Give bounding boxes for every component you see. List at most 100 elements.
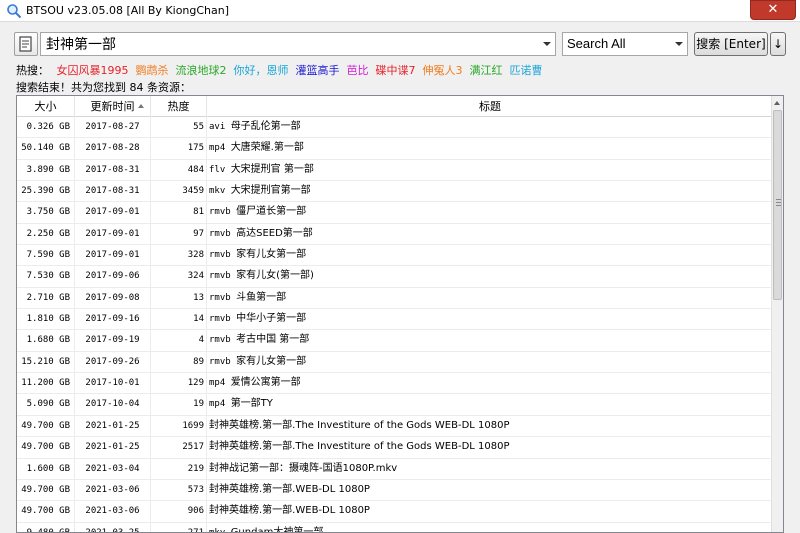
table-row[interactable]: 7.530 GB 2017-09-06 324 rmvb 家有儿女(第一部): [17, 266, 773, 288]
file-format: rmvb: [209, 356, 231, 367]
hot-search-item[interactable]: 芭比: [347, 64, 369, 77]
cell-heat: 573: [151, 479, 207, 501]
hot-search-item[interactable]: 伸冤人3: [423, 64, 463, 77]
resource-title: 封神英雄榜.第一部.WEB-DL 1080P: [209, 505, 370, 517]
scrollbar-thumb[interactable]: [773, 110, 782, 300]
cell-heat: 4: [151, 330, 207, 352]
table-row[interactable]: 3.750 GB 2017-09-01 81 rmvb 僵尸道长第一部: [17, 202, 773, 224]
table-row[interactable]: 2.250 GB 2017-09-01 97 rmvb 高达SEED第一部: [17, 223, 773, 246]
cell-updated: 2021-01-25: [75, 437, 151, 459]
chevron-down-icon[interactable]: [675, 42, 683, 46]
hot-search-item[interactable]: 女囚风暴1995: [57, 64, 129, 77]
table-row[interactable]: 1.810 GB 2017-09-16 14 rmvb 中华小子第一部: [17, 309, 773, 331]
window-title: BTSOU v23.05.08 [All By KiongChan]: [26, 4, 230, 17]
file-format: mkv: [209, 527, 226, 533]
cell-updated: 2017-09-01: [75, 223, 151, 245]
cell-heat: 19: [151, 394, 207, 416]
hot-search-item[interactable]: 鹦鹉杀: [136, 64, 169, 77]
cell-heat: 3459: [151, 181, 207, 203]
table-row[interactable]: 2.710 GB 2017-09-08 13 rmvb 斗鱼第一部: [17, 287, 773, 310]
cell-heat: 906: [151, 501, 207, 523]
cell-title: rmvb 中华小子第一部: [207, 309, 773, 330]
file-format: rmvb: [209, 207, 231, 218]
table-row[interactable]: 15.210 GB 2017-09-26 89 rmvb 家有儿女第一部: [17, 351, 773, 374]
resource-title: Gundam大神第一部: [230, 526, 324, 533]
resource-title: 封神英雄榜.第一部.The Investiture of the Gods WE…: [209, 419, 510, 431]
cell-size: 9.480 GB: [17, 522, 75, 532]
table-row[interactable]: 0.326 GB 2017-08-27 55 avi 母子乱伦第一部: [17, 117, 773, 139]
hot-searches: 热搜： 女囚风暴1995 鹦鹉杀 流浪地球2 你好，恩师 灌篮高手 芭比 碟中谍7 伸冤人3 满…: [16, 62, 550, 78]
cell-title: 封神英雄榜.第一部.The Investiture of the Gods WE…: [207, 437, 773, 458]
hot-search-item[interactable]: 你好，恩师: [234, 64, 289, 77]
column-header-heat[interactable]: 热度: [151, 96, 207, 117]
search-mode-select[interactable]: Search All: [562, 32, 688, 56]
cell-heat: 271: [151, 522, 207, 532]
cell-size: 3.750 GB: [17, 202, 75, 224]
scroll-up-icon[interactable]: [772, 96, 783, 110]
column-header-title[interactable]: 标题: [207, 96, 773, 117]
table-row[interactable]: 3.890 GB 2017-08-31 484 flv 大宋提刑官 第一部: [17, 159, 773, 182]
cell-updated: 2017-09-26: [75, 351, 151, 373]
hot-search-item[interactable]: 匹诺曹: [510, 64, 543, 77]
file-format: mp4: [209, 399, 226, 410]
file-format: avi: [209, 122, 226, 132]
table-row[interactable]: 25.390 GB 2017-08-31 3459 mkv 大宋提刑官第一部: [17, 181, 773, 203]
column-header-size[interactable]: 大小: [17, 96, 75, 117]
cell-title: mp4 第一部TY: [207, 394, 773, 415]
cell-size: 7.590 GB: [17, 245, 75, 267]
column-header-updated[interactable]: 更新时间: [75, 96, 151, 117]
cell-heat: 2517: [151, 437, 207, 459]
cell-updated: 2021-03-04: [75, 458, 151, 480]
table-row[interactable]: 11.200 GB 2017-10-01 129 mp4 爱情公寓第一部: [17, 373, 773, 395]
table-row[interactable]: 1.680 GB 2017-09-19 4 rmvb 考古中国 第一部: [17, 330, 773, 352]
cell-updated: 2021-01-25: [75, 415, 151, 437]
hot-search-item[interactable]: 流浪地球2: [176, 64, 227, 77]
resource-title: 高达SEED第一部: [236, 227, 313, 239]
cell-heat: 484: [151, 159, 207, 181]
hot-search-item[interactable]: 碟中谍7: [376, 64, 416, 77]
table-row[interactable]: 49.700 GB 2021-01-25 1699 封神英雄榜.第一部.The Inv…: [17, 415, 773, 438]
cell-heat: 13: [151, 287, 207, 309]
file-format: flv: [209, 164, 226, 175]
resource-title: 大宋提刑官 第一部: [230, 163, 314, 175]
cell-title: rmvb 考古中国 第一部: [207, 330, 773, 351]
table-row[interactable]: 7.590 GB 2017-09-01 328 rmvb 家有儿女第一部: [17, 245, 773, 267]
table-row[interactable]: 49.700 GB 2021-03-06 906 封神英雄榜.第一部.WEB-DL 1…: [17, 501, 773, 523]
table-row[interactable]: 50.140 GB 2017-08-28 175 mp4 大唐荣耀.第一部: [17, 138, 773, 160]
cell-updated: 2021-03-06: [75, 501, 151, 523]
cell-size: 7.530 GB: [17, 266, 75, 288]
table-row[interactable]: 49.700 GB 2021-01-25 2517 封神英雄榜.第一部.The Inv…: [17, 437, 773, 459]
cell-updated: 2017-09-08: [75, 287, 151, 309]
chevron-down-icon[interactable]: [543, 42, 551, 46]
hot-search-item[interactable]: 满江红: [470, 64, 503, 77]
cell-heat: 324: [151, 266, 207, 288]
table-row[interactable]: 1.600 GB 2021-03-04 219 封神战记第一部：摄魂阵-国语1080P…: [17, 458, 773, 480]
cell-title: 封神英雄榜.第一部.WEB-DL 1080P: [207, 501, 773, 522]
search-button[interactable]: 搜索 [Enter]: [694, 32, 768, 56]
close-button[interactable]: ✕: [750, 0, 796, 20]
resource-title: 封神战记第一部：摄魂阵-国语1080P.mkv: [209, 462, 398, 474]
table-row[interactable]: 5.090 GB 2017-10-04 19 mp4 第一部TY: [17, 394, 773, 416]
cell-heat: 14: [151, 309, 207, 331]
hot-search-item[interactable]: 灌篮高手: [296, 64, 340, 77]
table-row[interactable]: 49.700 GB 2021-03-06 573 封神英雄榜.第一部.WEB-DL 1…: [17, 479, 773, 502]
search-input[interactable]: [46, 35, 536, 53]
cell-updated: 2017-08-31: [75, 181, 151, 203]
cell-heat: 55: [151, 117, 207, 138]
cell-updated: 2017-09-16: [75, 309, 151, 331]
clipboard-search-icon[interactable]: [14, 32, 38, 56]
cell-heat: 219: [151, 458, 207, 480]
cell-heat: 175: [151, 138, 207, 160]
file-format: rmvb: [209, 292, 231, 303]
table-row[interactable]: 9.480 GB 2021-03-25 271 mkv Gundam大神第一部: [17, 522, 773, 533]
more-options-button[interactable]: ↓: [770, 32, 786, 56]
search-combobox[interactable]: [40, 32, 556, 56]
resource-title: 大宋提刑官第一部: [230, 185, 311, 197]
vertical-scrollbar[interactable]: [771, 96, 783, 532]
cell-title: rmvb 家有儿女第一部: [207, 245, 773, 266]
grip-line: [776, 205, 781, 206]
cell-heat: 89: [151, 351, 207, 373]
resource-title: 母子乱伦第一部: [230, 121, 301, 132]
resource-title: 大唐荣耀.第一部: [230, 142, 304, 154]
cell-title: 封神英雄榜.第一部.The Investiture of the Gods WE…: [207, 416, 773, 437]
